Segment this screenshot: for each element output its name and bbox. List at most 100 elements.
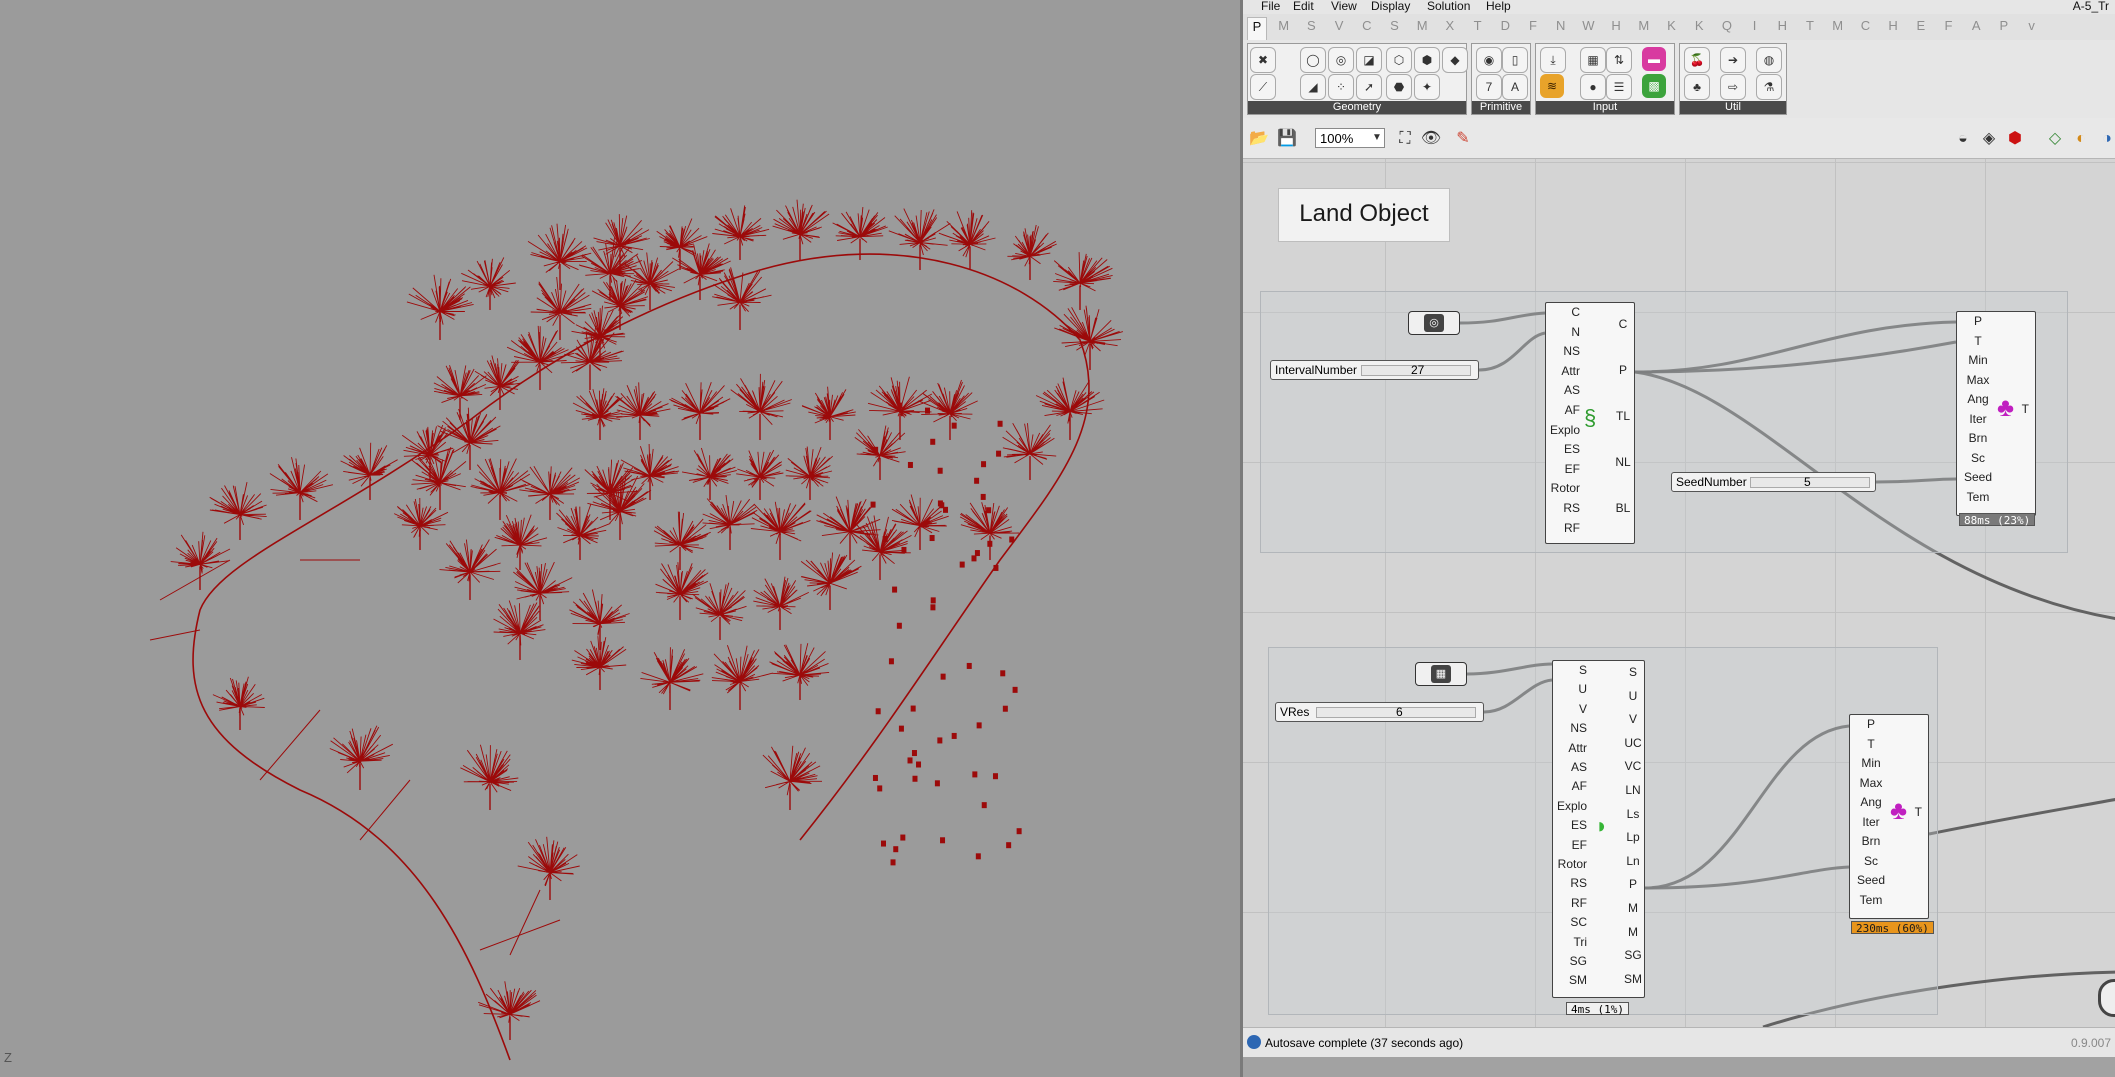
boolean-param-icon[interactable]: ◉ [1476, 47, 1502, 73]
tab-h-19[interactable]: H [1773, 18, 1791, 33]
output-port-sg[interactable]: SG [1622, 948, 1644, 962]
save-file-icon[interactable]: 💾 [1275, 128, 1299, 150]
output-port-ln[interactable]: Ln [1622, 854, 1644, 868]
input-port-v[interactable]: V [1553, 702, 1587, 716]
input-port-min[interactable]: Min [1854, 756, 1888, 770]
output-port-lp[interactable]: Lp [1622, 830, 1644, 844]
output-port-v[interactable]: V [1622, 712, 1644, 726]
preview-shaded-icon[interactable]: ◈ [1977, 128, 2001, 150]
value-list-icon[interactable]: ☰ [1606, 74, 1632, 100]
input-port-attr[interactable]: Attr [1546, 364, 1580, 378]
data-input-icon[interactable]: ⇨ [1720, 74, 1746, 100]
geometry-param-icon[interactable]: ✦ [1414, 74, 1440, 100]
output-port-uc[interactable]: UC [1622, 736, 1644, 750]
surface-param-icon[interactable]: ◆ [1442, 47, 1468, 73]
input-port-brn[interactable]: Brn [1854, 834, 1888, 848]
input-port-sc[interactable]: Sc [1961, 451, 1995, 465]
brep-param-icon[interactable]: ⬡ [1386, 47, 1412, 73]
tab-x-7[interactable]: X [1441, 18, 1459, 33]
number-param-icon[interactable]: 7 [1476, 74, 1502, 100]
slider-vres[interactable]: VRes 6 [1275, 702, 1484, 722]
gradient-icon[interactable]: ▬ [1642, 47, 1666, 71]
tree-generator-component-1[interactable]: P T Min Max Ang Iter Brn Sc Seed Tem T ♣ [1956, 311, 2036, 516]
input-port-rotor[interactable]: Rotor [1546, 481, 1580, 495]
wire[interactable] [1928, 798, 2115, 836]
point-param-icon[interactable]: ⁘ [1328, 74, 1354, 100]
output-port-u[interactable]: U [1622, 689, 1644, 703]
tab-m-21[interactable]: M [1829, 18, 1847, 33]
input-port-sc[interactable]: SC [1553, 915, 1587, 929]
input-port-tem[interactable]: Tem [1854, 893, 1888, 907]
sketch-pen-icon[interactable]: ✎ [1451, 128, 1475, 150]
matrix-icon[interactable]: ▩ [1642, 74, 1666, 98]
input-port-rf[interactable]: RF [1546, 521, 1580, 535]
chevron-down-icon[interactable]: ▼ [1372, 128, 1382, 148]
input-port-rs[interactable]: RS [1546, 501, 1580, 515]
circular-arc-param-icon[interactable]: ◎ [1328, 47, 1354, 73]
rhino-viewport[interactable]: Z [0, 0, 1240, 1077]
output-port-tl[interactable]: TL [1612, 409, 1634, 423]
tab-i-18[interactable]: I [1746, 18, 1764, 33]
tab-k-16[interactable]: K [1690, 18, 1708, 33]
input-port-seed[interactable]: Seed [1854, 873, 1888, 887]
input-port-attr[interactable]: Attr [1553, 741, 1587, 755]
input-port-n[interactable]: N [1546, 325, 1580, 339]
tab-t-8[interactable]: T [1469, 18, 1487, 33]
tree-generator-component-2[interactable]: P T Min Max Ang Iter Brn Sc Seed Tem T ♣ [1849, 714, 1929, 919]
mesh-settings-icon[interactable]: ◇ [2043, 128, 2067, 150]
input-port-es[interactable]: ES [1553, 818, 1587, 832]
cherry-picker-icon[interactable]: 🍒 [1684, 47, 1710, 73]
tab-s-2[interactable]: S [1302, 18, 1320, 33]
box-param-icon[interactable]: ✖ [1250, 47, 1276, 73]
tab-m-14[interactable]: M [1635, 18, 1653, 33]
output-port-ls[interactable]: Ls [1622, 807, 1644, 821]
tab-p-0[interactable]: P [1247, 17, 1267, 40]
input-port-seed[interactable]: Seed [1961, 470, 1995, 484]
menu-help[interactable]: Help [1486, 0, 1511, 12]
display-mode-icon[interactable]: ◑ [2095, 128, 2115, 150]
input-port-rs[interactable]: RS [1553, 876, 1587, 890]
input-port-sm[interactable]: SM [1553, 973, 1587, 987]
group-param-icon[interactable]: ⬣ [1386, 74, 1412, 100]
output-port-vc[interactable]: VC [1622, 759, 1644, 773]
zoom-extents-icon[interactable]: ⛶ [1393, 128, 1417, 150]
tab-h-13[interactable]: H [1607, 18, 1625, 33]
tab-n-11[interactable]: N [1552, 18, 1570, 33]
output-port-bl[interactable]: BL [1612, 501, 1634, 515]
input-port-tem[interactable]: Tem [1961, 490, 1995, 504]
input-port-ef[interactable]: EF [1553, 838, 1587, 852]
input-port-brn[interactable]: Brn [1961, 431, 1995, 445]
integer-param-icon[interactable]: ▯ [1502, 47, 1528, 73]
slider-interval-number[interactable]: IntervalNumber 27 [1270, 360, 1479, 380]
slider-seed-number[interactable]: SeedNumber 5 [1671, 472, 1876, 492]
surface-param-node[interactable]: ▦ [1415, 662, 1467, 686]
input-port-as[interactable]: AS [1546, 383, 1580, 397]
calculator-icon[interactable]: ▦ [1580, 47, 1606, 73]
tab-w-12[interactable]: W [1579, 18, 1597, 33]
preview-wire-icon[interactable]: ◒ [1951, 128, 1975, 150]
grasshopper-canvas[interactable]: Land Object ◎ ▦ IntervalNumber 27 SeedNu… [1243, 159, 2115, 1027]
line-param-icon[interactable]: ⟋ [1250, 74, 1276, 100]
toggle-icon[interactable]: ● [1580, 74, 1606, 100]
surface-divide-component[interactable]: S U V NS Attr AS AF Explo ES EF Rotor RS RF SC Tri SG SM… [1552, 660, 1645, 998]
output-port-c[interactable]: C [1612, 317, 1634, 331]
tab-v-28[interactable]: v [2023, 18, 2041, 33]
output-port-t[interactable]: T [2022, 402, 2029, 416]
input-port-c[interactable]: C [1546, 305, 1580, 319]
tab-s-5[interactable]: S [1386, 18, 1404, 33]
input-port-iter[interactable]: Iter [1961, 412, 1995, 426]
tab-m-1[interactable]: M [1275, 18, 1293, 33]
preview-eye-icon[interactable]: 👁 [1419, 128, 1443, 150]
galapagos-icon[interactable]: ◍ [1756, 47, 1782, 73]
divide-curve-component[interactable]: C N NS Attr AS AF Explo ES EF Rotor RS RF C P TL NL BL § [1545, 302, 1635, 544]
input-port-tri[interactable]: Tri [1553, 935, 1587, 949]
output-port-sm[interactable]: SM [1622, 972, 1644, 986]
import-icon[interactable]: ⤓ [1540, 47, 1566, 73]
output-port-p[interactable]: P [1622, 877, 1644, 891]
input-port-p[interactable]: P [1854, 717, 1888, 731]
material-icon[interactable]: ◐ [2069, 128, 2093, 150]
text-param-icon[interactable]: A [1502, 74, 1528, 100]
menu-file[interactable]: File [1261, 0, 1280, 12]
input-port-ang[interactable]: Ang [1854, 795, 1888, 809]
input-port-s[interactable]: S [1553, 663, 1587, 677]
